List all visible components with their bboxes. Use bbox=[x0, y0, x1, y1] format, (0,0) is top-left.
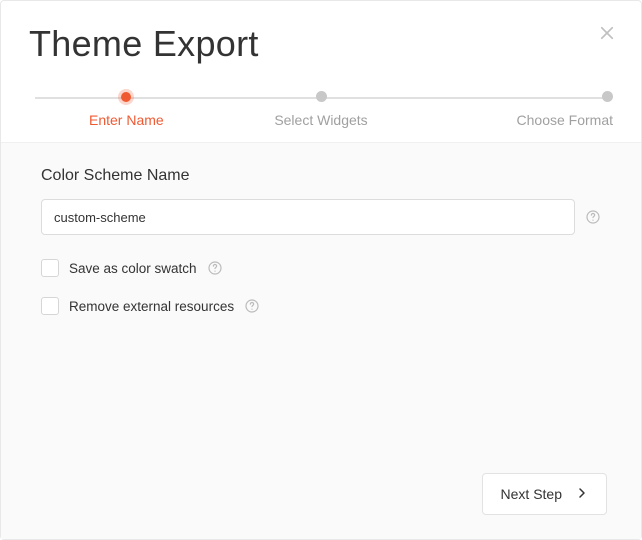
help-icon[interactable] bbox=[244, 298, 260, 314]
remove-external-checkbox[interactable] bbox=[41, 297, 59, 315]
close-icon bbox=[598, 24, 616, 47]
step-label: Enter Name bbox=[89, 112, 164, 128]
step-dot-icon bbox=[602, 91, 613, 102]
scheme-name-label: Color Scheme Name bbox=[41, 167, 601, 185]
step-dot-icon bbox=[316, 91, 327, 102]
close-button[interactable] bbox=[595, 23, 619, 47]
modal-body: Color Scheme Name Save as color swatch bbox=[1, 142, 641, 539]
next-step-label: Next Step bbox=[501, 486, 562, 502]
help-icon[interactable] bbox=[207, 260, 223, 276]
modal-footer: Next Step bbox=[482, 473, 607, 515]
modal-title: Theme Export bbox=[29, 23, 613, 65]
step-label: Choose Format bbox=[517, 112, 613, 128]
stepper: Enter Name Select Widgets Choose Format bbox=[1, 81, 641, 128]
step-choose-format[interactable]: Choose Format bbox=[418, 91, 613, 128]
theme-export-modal: Theme Export Enter Name Select Widgets C… bbox=[0, 0, 642, 540]
remove-external-label[interactable]: Remove external resources bbox=[69, 299, 234, 314]
scheme-name-input[interactable] bbox=[41, 199, 575, 235]
step-dot-icon bbox=[121, 92, 131, 102]
step-select-widgets[interactable]: Select Widgets bbox=[224, 91, 419, 128]
save-swatch-label[interactable]: Save as color swatch bbox=[69, 261, 197, 276]
next-step-button[interactable]: Next Step bbox=[482, 473, 607, 515]
help-icon[interactable] bbox=[585, 209, 601, 225]
remove-external-row: Remove external resources bbox=[41, 297, 601, 315]
scheme-name-row bbox=[41, 199, 601, 235]
save-swatch-checkbox[interactable] bbox=[41, 259, 59, 277]
chevron-right-icon bbox=[576, 486, 588, 502]
save-swatch-row: Save as color swatch bbox=[41, 259, 601, 277]
step-label: Select Widgets bbox=[274, 112, 367, 128]
modal-header: Theme Export bbox=[1, 1, 641, 81]
step-enter-name[interactable]: Enter Name bbox=[29, 92, 224, 128]
